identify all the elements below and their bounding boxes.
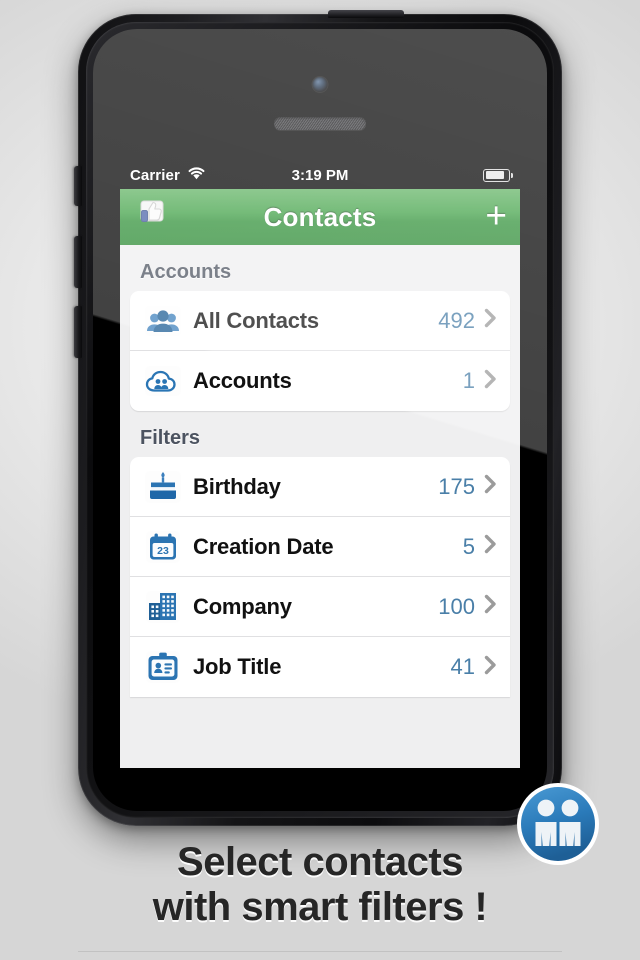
status-bar-right bbox=[483, 168, 514, 182]
phone-screen: Carrier 3:19 PM Contacts + Accounts All … bbox=[120, 161, 520, 768]
thumbs-up-icon bbox=[133, 198, 166, 236]
list-item-count: 1 bbox=[462, 368, 475, 393]
list-item-label: Job Title bbox=[193, 654, 282, 679]
status-bar: Carrier 3:19 PM bbox=[120, 161, 520, 189]
volume-up-button[interactable] bbox=[74, 236, 82, 288]
caption-line-1: Select contacts bbox=[177, 840, 463, 884]
add-contact-button[interactable]: + bbox=[485, 197, 507, 234]
cloud-accounts-icon bbox=[144, 362, 182, 400]
battery-fill bbox=[485, 171, 505, 179]
chevron-right-icon bbox=[484, 308, 497, 333]
battery-icon bbox=[483, 168, 514, 182]
list-item-count: 100 bbox=[438, 593, 475, 619]
mute-switch[interactable] bbox=[74, 166, 82, 206]
list-item-job-title[interactable]: Job Title 41 bbox=[130, 637, 510, 697]
list-item-count: 492 bbox=[438, 307, 475, 333]
chevron-right-icon bbox=[484, 474, 497, 499]
list-item-label: All Contacts bbox=[193, 307, 319, 333]
list-item-label: Accounts bbox=[193, 368, 292, 393]
app-icon-badge bbox=[512, 778, 604, 870]
facebook-like-button[interactable] bbox=[133, 198, 166, 236]
chevron-right-icon bbox=[484, 534, 497, 559]
list-item-count: 175 bbox=[438, 473, 475, 499]
accounts-card: All Contacts 492 Accounts 1 bbox=[130, 291, 510, 411]
caption-line-2: with smart filters ! bbox=[152, 884, 488, 929]
bottom-divider bbox=[78, 951, 562, 952]
page-title: Contacts bbox=[263, 201, 377, 232]
list-item-label: Company bbox=[193, 593, 292, 619]
job-title-badge-icon bbox=[144, 648, 182, 686]
power-button[interactable] bbox=[328, 10, 404, 18]
contacts-list[interactable]: Accounts All Contacts 492 Accounts 1 Fil… bbox=[120, 245, 520, 768]
plus-icon: + bbox=[485, 194, 507, 236]
volume-down-button[interactable] bbox=[74, 306, 82, 358]
device-face: Carrier 3:19 PM Contacts + Accounts All … bbox=[93, 29, 547, 811]
list-item-count: 41 bbox=[450, 654, 475, 679]
chevron-right-icon bbox=[484, 594, 497, 619]
front-camera-icon bbox=[312, 77, 328, 92]
list-item-all-contacts[interactable]: All Contacts 492 bbox=[130, 291, 510, 351]
section-header-filters: Filters bbox=[140, 427, 201, 449]
earpiece-speaker bbox=[274, 117, 366, 130]
company-building-icon bbox=[144, 588, 182, 626]
chevron-right-icon bbox=[484, 369, 497, 394]
navigation-bar: Contacts + bbox=[120, 189, 520, 245]
list-item-label: Birthday bbox=[193, 473, 281, 499]
group-contacts-icon bbox=[144, 302, 182, 340]
chevron-right-icon bbox=[484, 655, 497, 680]
filters-card: Birthday 175 23 Creation Date 5 Company … bbox=[130, 457, 510, 697]
calendar-day-number: 23 bbox=[157, 545, 169, 557]
list-item-count: 5 bbox=[462, 533, 475, 559]
birthday-cake-icon bbox=[144, 468, 182, 506]
list-item-label: Creation Date bbox=[193, 533, 334, 559]
promo-screenshot: Carrier 3:19 PM Contacts + Accounts All … bbox=[0, 0, 640, 960]
iphone-device: Carrier 3:19 PM Contacts + Accounts All … bbox=[74, 10, 562, 826]
list-item-birthday[interactable]: Birthday 175 bbox=[130, 457, 510, 517]
section-header-accounts: Accounts bbox=[140, 261, 232, 283]
list-item-accounts[interactable]: Accounts 1 bbox=[130, 351, 510, 411]
list-item-creation-date[interactable]: 23 Creation Date 5 bbox=[130, 517, 510, 577]
list-item-company[interactable]: Company 100 bbox=[130, 577, 510, 637]
calendar-icon: 23 bbox=[144, 528, 182, 566]
status-bar-time: 3:19 PM bbox=[291, 166, 349, 184]
